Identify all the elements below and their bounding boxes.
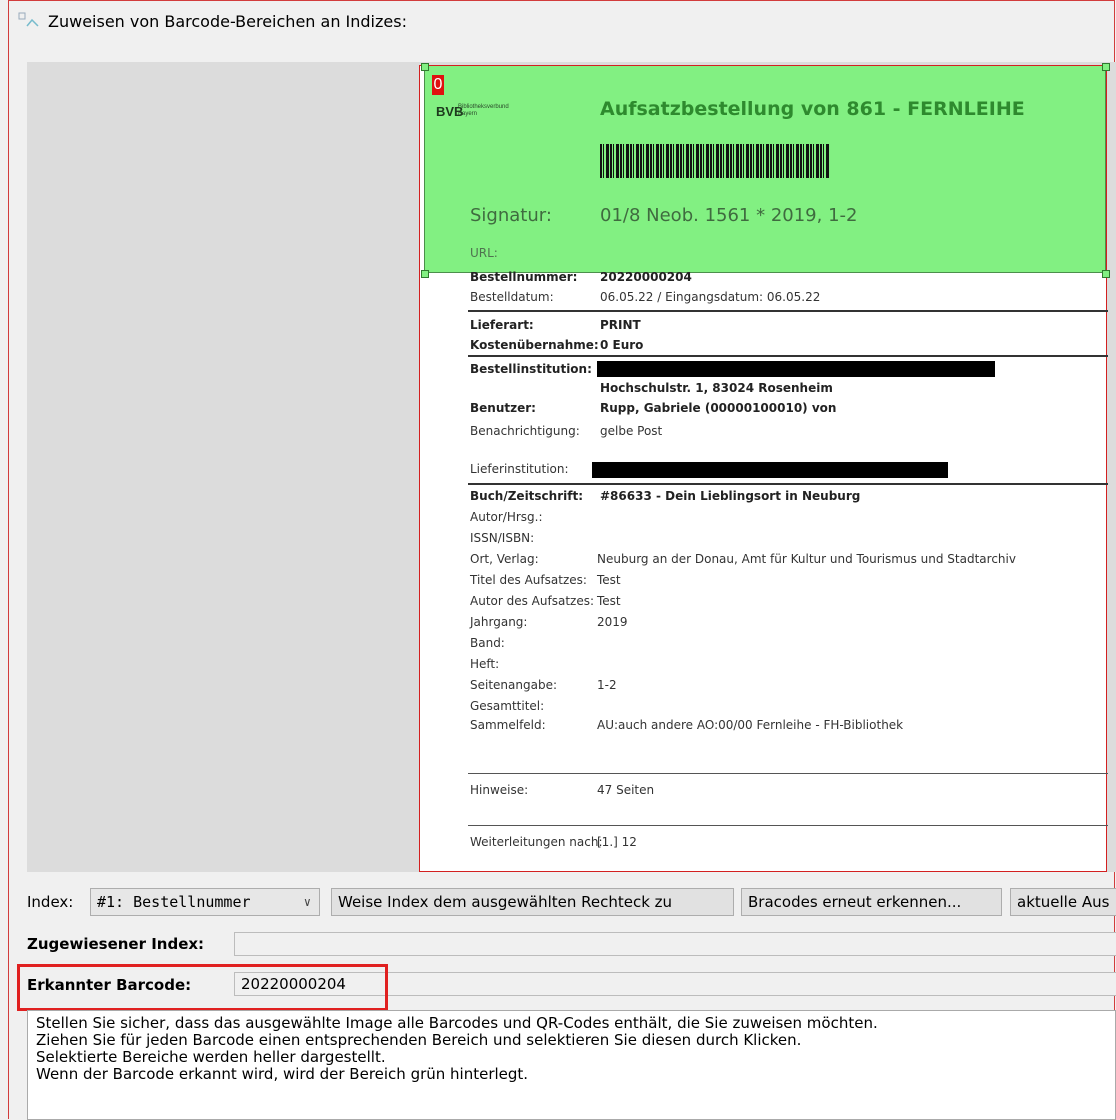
instruction-line: Stellen Sie sicher, dass das ausgewählte… — [36, 1014, 878, 1032]
signatur-value: 01/8 Neob. 1561 * 2019, 1-2 — [600, 205, 858, 226]
field-label: Benachrichtigung: — [470, 424, 580, 438]
field-label: Ort, Verlag: — [470, 552, 539, 566]
redacted-institution — [597, 361, 995, 377]
field-label: Titel des Aufsatzes: — [470, 573, 587, 587]
index-label: Index: — [27, 893, 74, 911]
instruction-line: Wenn der Barcode erkannt wird, wird der … — [36, 1065, 529, 1083]
field-value: 47 Seiten — [597, 783, 655, 797]
assigned-index-label: Zugewiesener Index: — [27, 935, 205, 953]
resize-handle-top-left[interactable] — [421, 63, 429, 71]
barcode-image — [600, 144, 830, 178]
field-value: PRINT — [600, 318, 641, 332]
redetect-barcodes-button[interactable]: Bracodes erneut erkennen... — [741, 888, 1002, 916]
app-icon — [18, 12, 40, 30]
field-label: ISSN/ISBN: — [470, 531, 535, 545]
redacted-delivery-institution — [592, 462, 948, 478]
window-title: Zuweisen von Barcode-Bereichen an Indize… — [48, 11, 407, 31]
field-value: AU:auch andere AO:00/00 Fernleihe - FH-B… — [597, 718, 904, 732]
url-label: URL: — [470, 246, 498, 260]
field-label: Buch/Zeitschrift: — [470, 489, 584, 503]
assign-index-button[interactable]: Weise Index dem ausgewählten Rechteck zu — [331, 888, 734, 916]
field-value: [1.] 12 — [597, 835, 637, 849]
field-value: 20220000204 — [600, 270, 692, 284]
field-value: #86633 - Dein Lieblingsort in Neuburg — [600, 489, 861, 503]
instruction-line: Ziehen Sie für jeden Barcode einen entsp… — [36, 1031, 802, 1049]
field-value: Neuburg an der Donau, Amt für Kultur und… — [597, 552, 1016, 566]
index-select[interactable]: #1: Bestellnummer ∨ — [90, 888, 320, 916]
current-button[interactable]: aktuelle Aus — [1010, 888, 1116, 916]
resize-handle-bottom-left[interactable] — [421, 270, 429, 278]
field-label: Sammelfeld: — [470, 718, 546, 732]
signatur-label: Signatur: — [470, 205, 552, 226]
field-value: Test — [597, 594, 621, 608]
field-label: Lieferart: — [470, 318, 534, 332]
field-value: Test — [597, 573, 621, 587]
divider — [468, 483, 1108, 485]
chevron-down-icon: ∨ — [303, 895, 311, 909]
field-label: Band: — [470, 636, 505, 650]
field-value: 2019 — [597, 615, 628, 629]
assigned-index-field[interactable] — [234, 932, 1116, 956]
field-label: Kostenübernahme: — [470, 338, 599, 352]
selection-number-badge: 0 — [432, 75, 444, 95]
field-value: Hochschulstr. 1, 83024 Rosenheim — [600, 381, 833, 395]
highlight-box — [17, 964, 388, 1011]
field-value: 0 Euro — [600, 338, 644, 352]
field-value: Rupp, Gabriele (00000100010) von — [600, 401, 837, 415]
field-label: Hinweise: — [470, 783, 529, 797]
field-value: gelbe Post — [600, 424, 663, 438]
index-select-value: #1: Bestellnummer — [97, 893, 251, 911]
field-label: Heft: — [470, 657, 500, 671]
divider — [468, 355, 1108, 357]
instruction-line: Selektierte Bereiche werden heller darge… — [36, 1048, 386, 1066]
field-label: Weiterleitungen nach: — [470, 835, 603, 849]
field-label: Bestelldatum: — [470, 290, 554, 304]
field-label: Bestellnummer: — [470, 270, 578, 284]
field-label: Lieferinstitution: — [470, 462, 569, 476]
instructions-textarea[interactable]: Stellen Sie sicher, dass das ausgewählte… — [27, 1010, 1116, 1120]
field-label: Autor/Hrsg.: — [470, 510, 543, 524]
document-heading: Aufsatzbestellung von 861 - FERNLEIHE — [600, 98, 1025, 120]
title-bar: Zuweisen von Barcode-Bereichen an Indize… — [18, 6, 407, 36]
field-label: Autor des Aufsatzes: — [470, 594, 595, 608]
resize-handle-bottom-right[interactable] — [1102, 270, 1110, 278]
resize-handle-top-right[interactable] — [1102, 63, 1110, 71]
field-value: 06.05.22 / Eingangsdatum: 06.05.22 — [600, 290, 821, 304]
field-label: Benutzer: — [470, 401, 536, 415]
field-label: Jahrgang: — [470, 615, 528, 629]
divider — [468, 773, 1108, 774]
divider — [468, 310, 1108, 312]
field-label: Bestellinstitution: — [470, 362, 592, 376]
bvb-logo-subtext: Bibliotheksverbund Bayern — [458, 104, 509, 117]
field-label: Gesamttitel: — [470, 699, 545, 713]
field-label: Seitenangabe: — [470, 678, 557, 692]
divider — [468, 825, 1108, 826]
field-value: 1-2 — [597, 678, 617, 692]
